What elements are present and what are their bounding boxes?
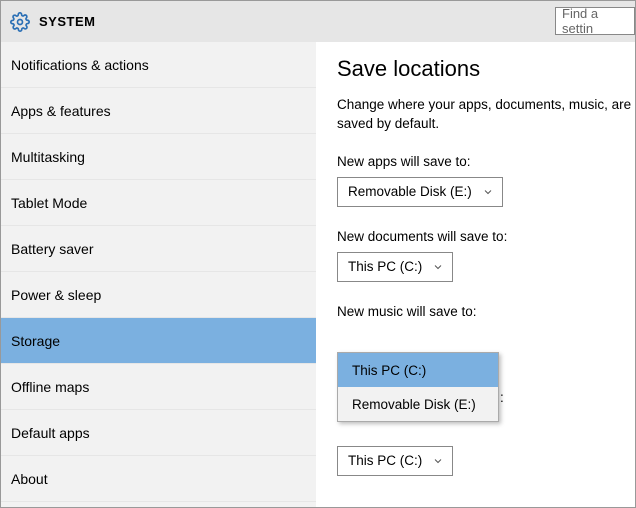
sidebar-item-apps-features[interactable]: Apps & features [1, 88, 316, 134]
field-label-documents: New documents will save to: [337, 229, 635, 244]
chevron-down-icon [432, 455, 444, 467]
sidebar: Notifications & actions Apps & features … [1, 42, 317, 507]
page-description: Change where your apps, documents, music… [337, 96, 635, 134]
sidebar-item-label: Notifications & actions [11, 57, 149, 73]
chevron-down-icon [482, 186, 494, 198]
sidebar-item-label: Power & sleep [11, 287, 101, 303]
sidebar-item-power-sleep[interactable]: Power & sleep [1, 272, 316, 318]
sidebar-item-label: Offline maps [11, 379, 89, 395]
documents-save-location-combo[interactable]: This PC (C:) [337, 252, 453, 282]
sidebar-item-label: Default apps [11, 425, 90, 441]
sidebar-item-label: Apps & features [11, 103, 111, 119]
sidebar-item-label: Storage [11, 333, 60, 349]
sidebar-item-notifications-actions[interactable]: Notifications & actions [1, 42, 316, 88]
sidebar-item-offline-maps[interactable]: Offline maps [1, 364, 316, 410]
combo-value: Removable Disk (E:) [348, 184, 472, 199]
gear-icon [9, 11, 31, 33]
sidebar-item-label: Multitasking [11, 149, 85, 165]
stray-colon: : [500, 390, 504, 405]
chevron-down-icon [432, 261, 444, 273]
sidebar-item-battery-saver[interactable]: Battery saver [1, 226, 316, 272]
sidebar-item-label: Battery saver [11, 241, 93, 257]
sidebar-item-multitasking[interactable]: Multitasking [1, 134, 316, 180]
sidebar-item-default-apps[interactable]: Default apps [1, 410, 316, 456]
extra-save-location-combo[interactable]: This PC (C:) [337, 446, 453, 476]
dropdown-item-label: This PC (C:) [352, 363, 426, 378]
sidebar-item-tablet-mode[interactable]: Tablet Mode [1, 180, 316, 226]
sidebar-item-storage[interactable]: Storage [1, 318, 316, 364]
page-title: Save locations [337, 56, 635, 82]
dropdown-item-this-pc[interactable]: This PC (C:) [338, 353, 498, 387]
sidebar-item-about[interactable]: About [1, 456, 316, 502]
header-title: SYSTEM [39, 14, 95, 29]
search-input[interactable]: Find a settin [555, 7, 635, 35]
search-placeholder: Find a settin [562, 6, 628, 36]
sidebar-item-label: About [11, 471, 48, 487]
layout: Notifications & actions Apps & features … [1, 42, 635, 507]
sidebar-item-label: Tablet Mode [11, 195, 87, 211]
apps-save-location-combo[interactable]: Removable Disk (E:) [337, 177, 503, 207]
music-save-location-dropdown[interactable]: This PC (C:) Removable Disk (E:) [337, 352, 499, 422]
dropdown-item-label: Removable Disk (E:) [352, 397, 476, 412]
combo-value: This PC (C:) [348, 259, 422, 274]
combo-value: This PC (C:) [348, 453, 422, 468]
field-label-apps: New apps will save to: [337, 154, 635, 169]
main: Save locations Change where your apps, d… [317, 42, 635, 507]
dropdown-item-removable-disk[interactable]: Removable Disk (E:) [338, 387, 498, 421]
header: SYSTEM Find a settin [1, 1, 635, 42]
field-label-music: New music will save to: [337, 304, 635, 319]
